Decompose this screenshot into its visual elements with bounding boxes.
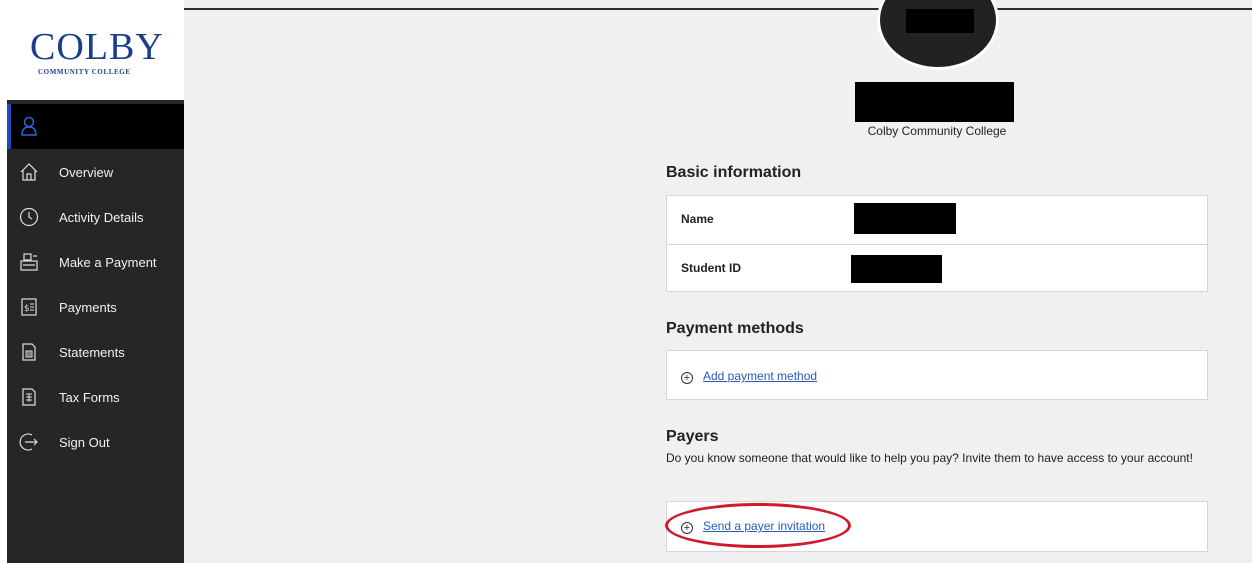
student-id-row: Student ID (667, 244, 1207, 290)
add-payment-method-link[interactable]: + Add payment method (681, 369, 817, 384)
student-id-label: Student ID (681, 261, 741, 275)
logo-text: COLBY (30, 26, 164, 68)
payment-methods-title: Payment methods (666, 320, 804, 337)
top-bar (184, 8, 1252, 10)
main-content: Colby Community College Basic informatio… (184, 0, 1252, 563)
add-payment-method-label: Add payment method (703, 369, 818, 383)
add-circle-icon: + (681, 372, 693, 384)
sidebar-item-payments[interactable]: $ Payments (7, 287, 184, 327)
basic-information-title: Basic information (666, 164, 802, 181)
payers-title: Payers (666, 428, 719, 445)
statement-icon (19, 342, 39, 362)
redacted-photo (906, 9, 974, 33)
name-row: Name (667, 196, 1207, 242)
avatar (877, 0, 999, 70)
redacted-student-name (855, 82, 1014, 122)
svg-text:$: $ (24, 304, 30, 314)
receipt-icon: $ (19, 297, 39, 317)
sidebar-item-label: Sign Out (59, 435, 110, 450)
sidebar-item-label: Make a Payment (59, 255, 157, 270)
home-icon (19, 162, 39, 182)
name-label: Name (681, 212, 714, 226)
tax-form-icon (19, 387, 39, 407)
organization-name: Colby Community College (867, 124, 1007, 138)
logo-subtitle: COMMUNITY COLLEGE (38, 68, 131, 76)
sidebar-item-activity-details[interactable]: Activity Details (7, 197, 184, 237)
sidebar: COLBY COMMUNITY COLLEGE Overview Activit… (0, 0, 184, 563)
register-icon (19, 252, 39, 272)
sidebar-item-tax-forms[interactable]: Tax Forms (7, 377, 184, 417)
sidebar-item-label: Activity Details (59, 210, 144, 225)
sign-out-icon (19, 432, 39, 452)
sidebar-item-label: Statements (59, 345, 125, 360)
sidebar-item-statements[interactable]: Statements (7, 332, 184, 372)
payers-description: Do you know someone that would like to h… (666, 451, 1193, 465)
sidebar-item-label: Overview (59, 165, 114, 180)
sidebar-item-make-a-payment[interactable]: Make a Payment (7, 242, 184, 282)
user-icon (21, 116, 37, 140)
sidebar-item-overview[interactable]: Overview (7, 152, 184, 192)
sidebar-item-sign-out[interactable]: Sign Out (7, 422, 184, 462)
payment-methods-card: + Add payment method (666, 350, 1208, 400)
sidebar-item-label: Tax Forms (59, 390, 120, 405)
college-logo[interactable]: COLBY COMMUNITY COLLEGE (0, 0, 184, 100)
basic-information-card: Name Student ID (666, 195, 1208, 292)
sidebar-nav: Overview Activity Details Make a Payment… (7, 100, 184, 563)
highlight-circle (665, 503, 851, 548)
sidebar-item-label: Payments (59, 300, 117, 315)
redacted-name-value (854, 203, 956, 234)
redacted-student-id-value (851, 255, 942, 283)
user-profile-item[interactable] (7, 104, 184, 149)
clock-icon (19, 207, 39, 227)
